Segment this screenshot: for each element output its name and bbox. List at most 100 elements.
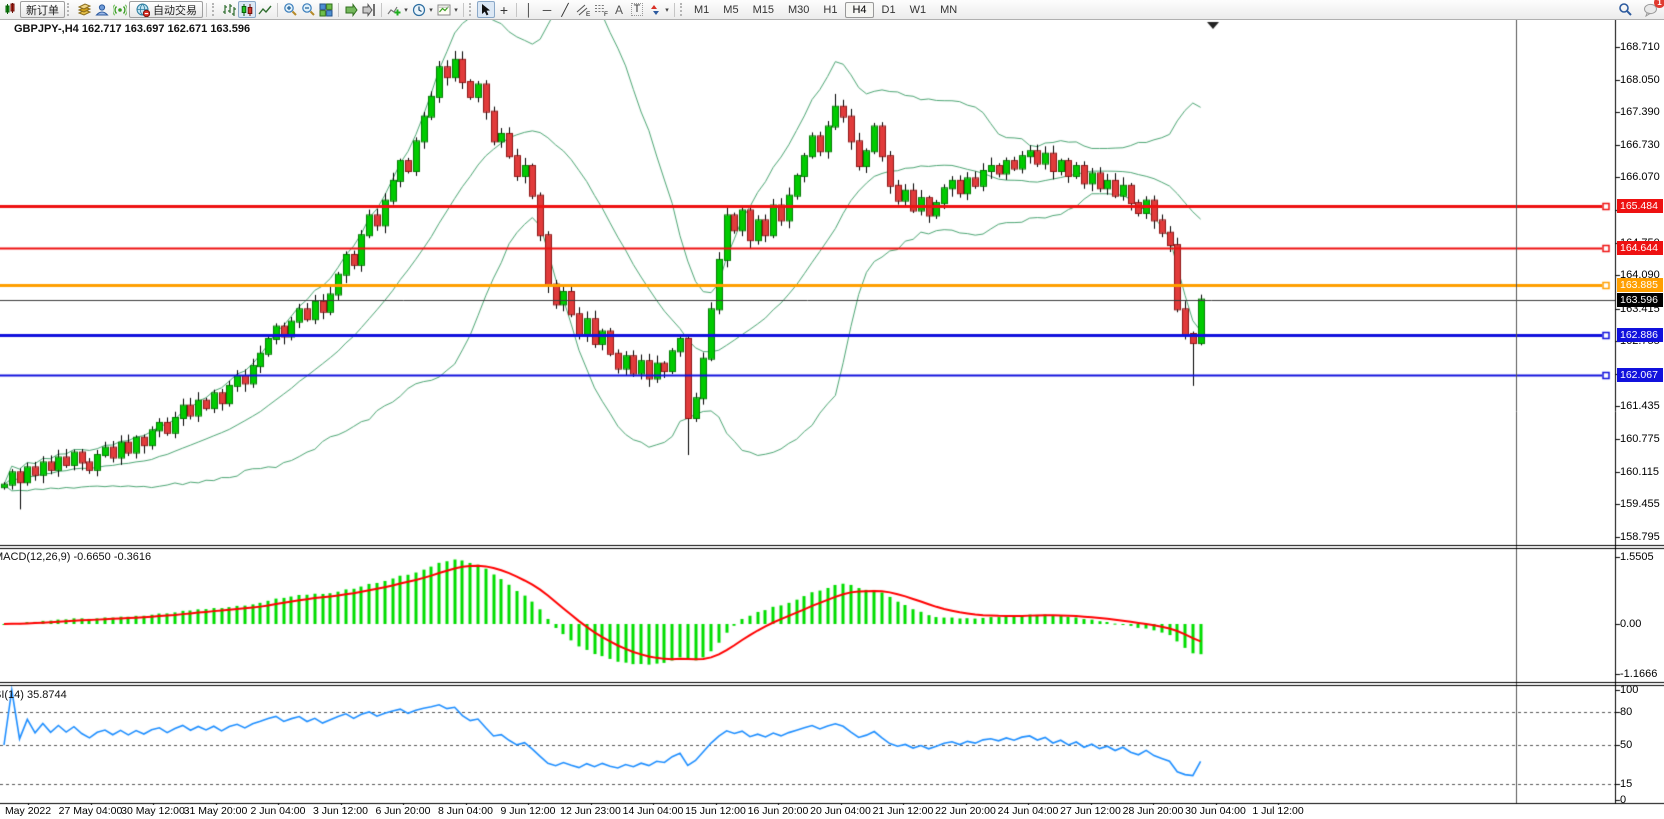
toolbar-separator [338, 3, 339, 17]
time-tick-label: 28 Jun 20:00 [1123, 805, 1184, 817]
auto-scroll-icon[interactable] [342, 1, 360, 18]
hline-price-badge: 165.484 [1617, 199, 1663, 213]
templates-icon[interactable] [435, 1, 453, 18]
profile-icon[interactable] [93, 1, 111, 18]
horizontal-line-icon[interactable]: ─ [538, 1, 556, 18]
cursor-icon[interactable] [477, 1, 495, 18]
price-chart-canvas[interactable] [0, 20, 1664, 805]
bar-chart-icon[interactable] [220, 1, 238, 18]
time-tick-label: 27 May 04:00 [59, 805, 123, 817]
tab-timeframe-d1[interactable]: D1 [876, 2, 902, 18]
text-icon[interactable]: A [610, 1, 628, 18]
toolbar-separator [277, 3, 278, 17]
chat-icon[interactable]: 1 [1642, 1, 1660, 18]
macd-tick-label: 1.5505 [1620, 551, 1654, 563]
autotrading-label: 自动交易 [153, 2, 197, 18]
toolbar-separator [674, 3, 675, 17]
time-tick-label: 6 Jun 20:00 [376, 805, 431, 817]
price-tick-label: 161.435 [1620, 400, 1660, 412]
time-tick-label: 20 Jun 04:00 [810, 805, 871, 817]
zoom-out-icon[interactable] [299, 1, 317, 18]
time-tick-label: 21 Jun 12:00 [873, 805, 934, 817]
time-tick-label: 22 Jun 20:00 [935, 805, 996, 817]
time-tick-label: 24 Jun 04:00 [998, 805, 1059, 817]
search-icon[interactable] [1616, 1, 1634, 18]
vertical-line-icon[interactable]: │ [520, 1, 538, 18]
line-chart-icon[interactable] [256, 1, 274, 18]
toolbar-separator [381, 3, 382, 17]
equidistant-channel-icon[interactable]: E [574, 1, 592, 18]
price-tick-label: 158.795 [1620, 531, 1660, 543]
macd-tick-label: -1.1666 [1620, 668, 1657, 680]
periods-dropdown-icon[interactable]: ▾ [427, 6, 435, 14]
chart-window-icon[interactable] [2, 1, 20, 18]
time-tick-label: 30 Jun 04:00 [1185, 805, 1246, 817]
chart-shift-icon[interactable] [360, 1, 378, 18]
macd-tick-label: 0.00 [1620, 618, 1641, 630]
arrows-dropdown-icon[interactable]: ▾ [663, 6, 671, 14]
toolbar-grip[interactable] [680, 3, 685, 16]
notification-badge: 1 [1654, 0, 1664, 8]
price-tick-label: 159.455 [1620, 498, 1660, 510]
crosshair-icon[interactable]: + [495, 1, 513, 18]
periods-clock-icon[interactable] [410, 1, 428, 18]
timeframe-toolbar: M1M5M15M30H1H4D1W1MN [688, 2, 963, 18]
time-tick-label: 30 May 12:00 [121, 805, 185, 817]
indicators-dropdown-icon[interactable]: ▾ [402, 6, 410, 14]
chart-title: GBPJPY-,H4 162.717 163.697 162.671 163.5… [14, 23, 250, 35]
candlestick-icon[interactable] [238, 1, 256, 18]
rsi-tick-label: 0 [1620, 794, 1626, 806]
tab-timeframe-m1[interactable]: M1 [688, 2, 715, 18]
tab-timeframe-m30[interactable]: M30 [782, 2, 815, 18]
time-tick-label: 15 Jun 12:00 [685, 805, 746, 817]
time-tick-label: 14 Jun 04:00 [623, 805, 684, 817]
hline-price-badge: 164.644 [1617, 241, 1663, 255]
bid-price-badge: 163.596 [1617, 293, 1663, 307]
toolbar-grip[interactable] [67, 3, 72, 16]
svg-text:F: F [604, 11, 608, 17]
price-tick-label: 160.115 [1620, 466, 1659, 478]
tab-timeframe-h4[interactable]: H4 [845, 2, 873, 18]
rsi-tick-label: 50 [1620, 739, 1632, 751]
svg-text:E: E [586, 11, 591, 17]
charts-stack-icon[interactable] [75, 1, 93, 18]
time-tick-label: 1 Jul 12:00 [1252, 805, 1303, 817]
time-tick-label: 16 Jun 20:00 [748, 805, 809, 817]
price-tick-label: 168.710 [1620, 41, 1660, 53]
time-tick-label: 8 Jun 04:00 [438, 805, 493, 817]
toolbar: 新订单 自动交易 [0, 0, 1664, 20]
autotrading-button[interactable]: 自动交易 [129, 1, 203, 18]
time-tick-label: 3 Jun 12:00 [313, 805, 368, 817]
time-tick-label: 31 May 20:00 [184, 805, 248, 817]
hline-price-badge: 162.067 [1617, 368, 1663, 382]
autotrading-globe-icon [135, 1, 150, 18]
toolbar-separator [516, 3, 517, 17]
zoom-in-icon[interactable] [281, 1, 299, 18]
trendline-icon[interactable]: ╱ [556, 1, 574, 18]
tab-timeframe-w1[interactable]: W1 [904, 2, 933, 18]
macd-label: MACD(12,26,9) -0.6650 -0.3616 [0, 551, 151, 563]
time-tick-label: 9 Jun 12:00 [501, 805, 556, 817]
rsi-tick-label: 100 [1620, 684, 1638, 696]
text-label-icon[interactable]: T [628, 1, 646, 18]
tab-timeframe-m5[interactable]: M5 [717, 2, 744, 18]
toolbar-grip[interactable] [469, 3, 474, 16]
price-tick-label: 168.050 [1620, 74, 1660, 86]
templates-dropdown-icon[interactable]: ▾ [452, 6, 460, 14]
fibonacci-icon[interactable]: F [592, 1, 610, 18]
hline-price-badge: 163.885 [1617, 278, 1663, 292]
price-tick-label: 160.775 [1620, 433, 1660, 445]
tile-windows-icon[interactable] [317, 1, 335, 18]
hline-price-badge: 162.886 [1617, 328, 1663, 342]
toolbar-separator [463, 3, 464, 17]
price-tick-label: 166.730 [1620, 139, 1660, 151]
time-tick-label: 12 Jun 23:00 [560, 805, 621, 817]
indicators-icon[interactable] [385, 1, 403, 18]
tab-timeframe-m15[interactable]: M15 [747, 2, 780, 18]
tab-timeframe-h1[interactable]: H1 [817, 2, 843, 18]
arrows-icon[interactable] [646, 1, 664, 18]
toolbar-grip[interactable] [212, 3, 217, 16]
new-order-button[interactable]: 新订单 [20, 1, 65, 18]
signal-icon[interactable] [111, 1, 129, 18]
tab-timeframe-mn[interactable]: MN [934, 2, 963, 18]
